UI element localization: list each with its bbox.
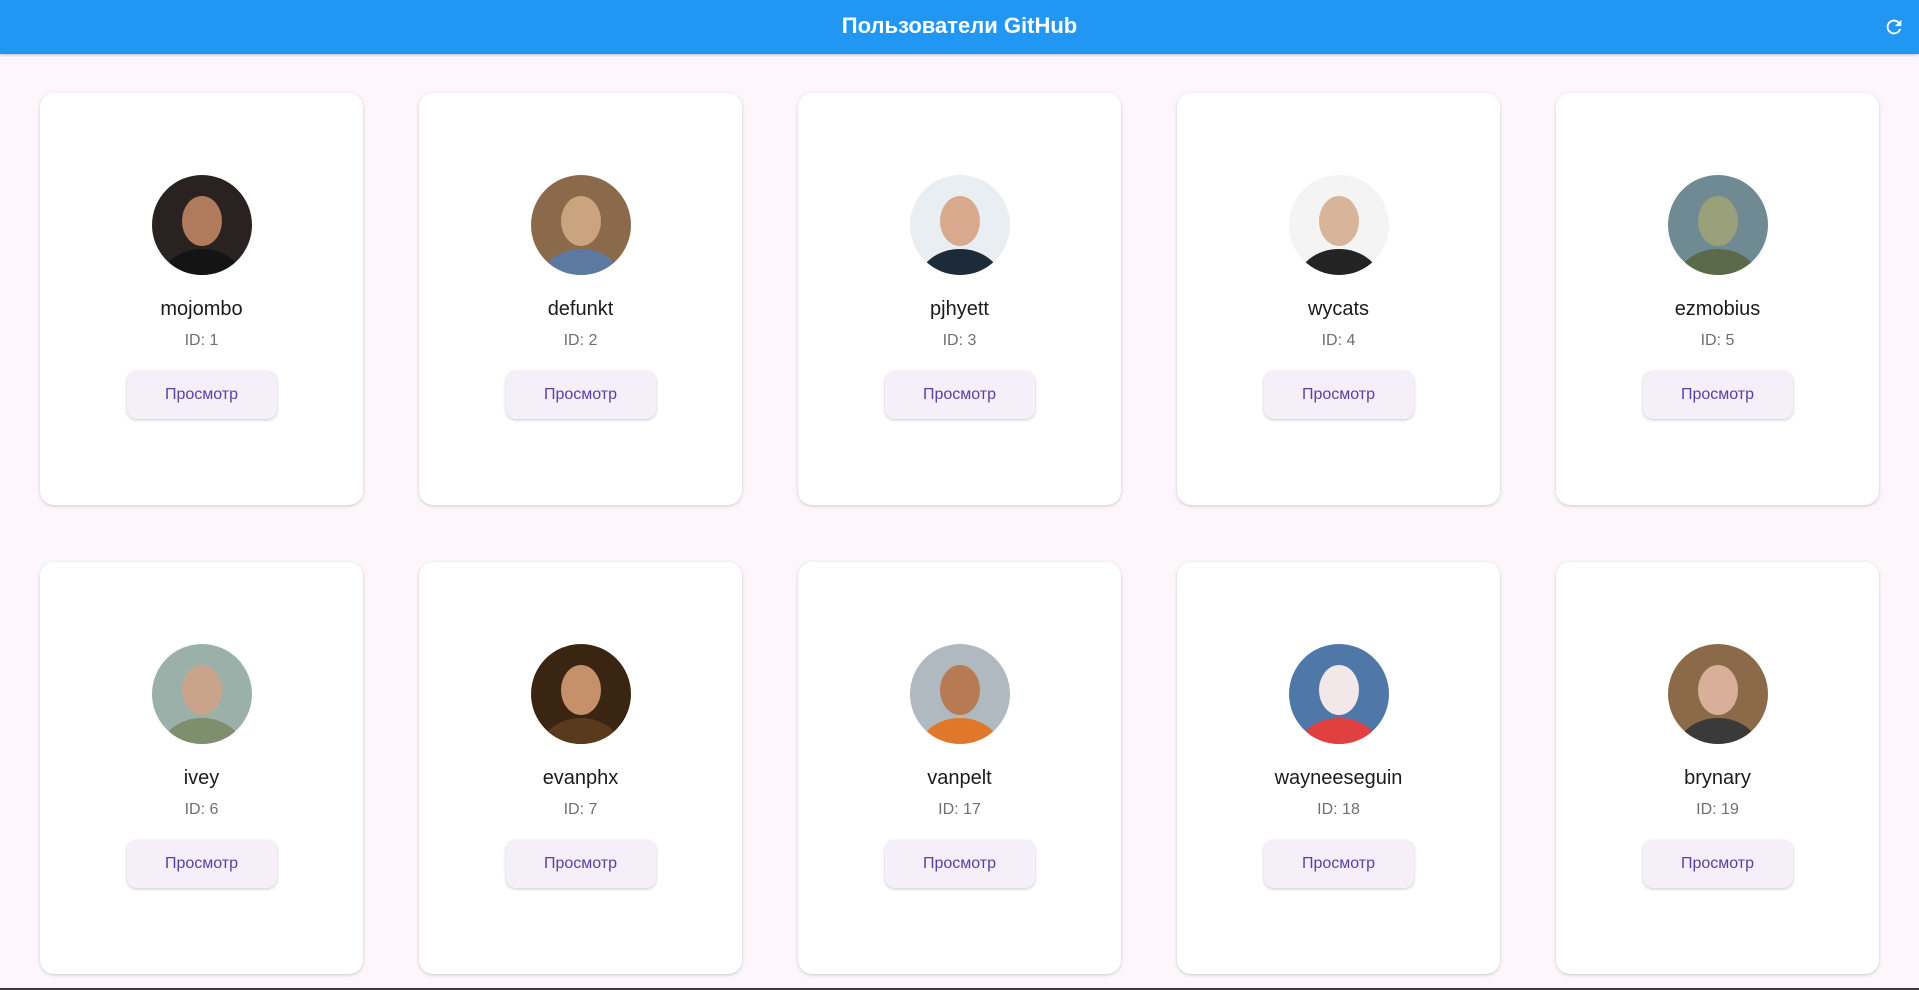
- user-login: wycats: [1307, 298, 1370, 320]
- avatar: [530, 644, 631, 744]
- view-button[interactable]: Просмотр: [126, 840, 277, 888]
- view-button[interactable]: Просмотр: [1263, 840, 1414, 888]
- avatar: [909, 644, 1010, 744]
- user-card: ivey ID: 6 Просмотр: [40, 562, 363, 974]
- avatar: [530, 175, 631, 275]
- avatar: [1288, 644, 1389, 744]
- user-login: ezmobius: [1674, 298, 1761, 320]
- refresh-icon: [1886, 19, 1902, 35]
- user-id: ID: 2: [563, 332, 598, 349]
- user-id: ID: 5: [1700, 332, 1735, 349]
- view-button[interactable]: Просмотр: [126, 371, 277, 419]
- users-grid: mojombo ID: 1 Просмотр defunkt ID: 2 Просмотр…: [40, 93, 1879, 974]
- user-login: brynary: [1684, 767, 1751, 789]
- user-id: ID: 19: [1696, 801, 1739, 818]
- view-button[interactable]: Просмотр: [1642, 371, 1793, 419]
- avatar: [909, 175, 1010, 275]
- user-card: brynary ID: 19 Просмотр: [1556, 562, 1879, 974]
- app-bar: Пользователи GitHub: [0, 0, 1919, 54]
- avatar: [1288, 175, 1389, 275]
- user-card: evanphx ID: 7 Просмотр: [419, 562, 742, 974]
- user-card: defunkt ID: 2 Просмотр: [419, 93, 742, 505]
- user-id: ID: 4: [1321, 332, 1356, 349]
- avatar: [151, 175, 252, 275]
- user-login: mojombo: [160, 298, 243, 320]
- user-login: defunkt: [547, 298, 614, 320]
- user-card: vanpelt ID: 17 Просмотр: [798, 562, 1121, 974]
- user-login: ivey: [183, 767, 220, 789]
- page-title: Пользователи GitHub: [841, 13, 1078, 38]
- user-id: ID: 1: [184, 332, 219, 349]
- user-card: mojombo ID: 1 Просмотр: [40, 93, 363, 505]
- view-button[interactable]: Просмотр: [884, 840, 1035, 888]
- view-button[interactable]: Просмотр: [505, 840, 656, 888]
- user-login: pjhyett: [930, 298, 989, 320]
- view-button[interactable]: Просмотр: [1642, 840, 1793, 888]
- user-id: ID: 7: [563, 801, 598, 818]
- user-id: ID: 18: [1317, 801, 1360, 818]
- view-button[interactable]: Просмотр: [505, 371, 656, 419]
- refresh-button[interactable]: [1879, 12, 1909, 42]
- user-id: ID: 6: [184, 801, 219, 818]
- user-id: ID: 3: [942, 332, 977, 349]
- avatar: [1667, 644, 1768, 744]
- user-id: ID: 17: [938, 801, 981, 818]
- avatar: [151, 644, 252, 744]
- user-login: vanpelt: [927, 767, 992, 789]
- users-grid-area: mojombo ID: 1 Просмотр defunkt ID: 2 Просмотр…: [0, 54, 1919, 990]
- view-button[interactable]: Просмотр: [884, 371, 1035, 419]
- user-card: pjhyett ID: 3 Просмотр: [798, 93, 1121, 505]
- user-card: wayneeseguin ID: 18 Просмотр: [1177, 562, 1500, 974]
- user-card: ezmobius ID: 5 Просмотр: [1556, 93, 1879, 505]
- view-button[interactable]: Просмотр: [1263, 371, 1414, 419]
- user-login: evanphx: [542, 767, 619, 789]
- user-login: wayneeseguin: [1274, 767, 1403, 789]
- avatar: [1667, 175, 1768, 275]
- user-card: wycats ID: 4 Просмотр: [1177, 93, 1500, 505]
